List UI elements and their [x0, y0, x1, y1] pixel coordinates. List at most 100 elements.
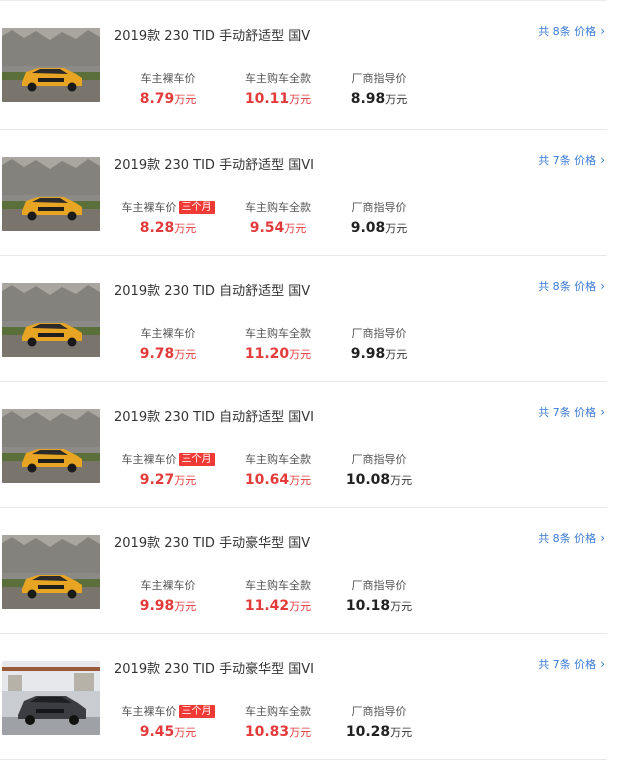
trim-title[interactable]: 2019款 230 TID 手动舒适型 国VI — [114, 154, 314, 173]
car-thumbnail[interactable] — [2, 28, 100, 102]
owner-price-value: 8.28 — [139, 220, 175, 236]
price-count-link[interactable]: 共 7条 价格 › — [538, 152, 605, 168]
full-price-unit: 万元 — [289, 474, 312, 487]
chevron-right-icon: › — [600, 24, 605, 38]
owner-price-unit: 万元 — [174, 348, 197, 361]
msrp-block: 厂商指导价 10.18万元 — [330, 578, 428, 614]
chevron-right-icon: › — [600, 657, 605, 671]
full-price-label: 车主购车全款 — [245, 72, 311, 85]
msrp-value: 10.28 — [345, 724, 391, 740]
trim-title[interactable]: 2019款 230 TID 手动豪华型 国VI — [114, 658, 314, 677]
owner-price-block: 车主裸车价 9.78万元 — [118, 326, 218, 362]
full-price-value: 10.11 — [244, 91, 290, 107]
chevron-right-icon: › — [600, 405, 605, 419]
price-count-link[interactable]: 共 8条 价格 › — [538, 530, 605, 546]
yellow-suv-photo — [2, 28, 100, 102]
full-price-label: 车主购车全款 — [245, 201, 311, 214]
trim-title[interactable]: 2019款 230 TID 手动舒适型 国V — [114, 25, 310, 44]
period-badge: 三个月 — [178, 201, 215, 214]
msrp-value: 8.98 — [350, 91, 386, 107]
msrp-block: 厂商指导价 9.08万元 — [330, 200, 428, 236]
owner-price-block: 车主裸车价 三个月 9.27万元 — [118, 452, 218, 488]
full-price-value: 9.54 — [249, 220, 285, 236]
msrp-label: 厂商指导价 — [351, 705, 407, 718]
price-count-link[interactable]: 共 8条 价格 › — [538, 278, 605, 294]
yellow-suv-photo — [2, 283, 100, 357]
price-count-text: 共 7条 价格 — [538, 658, 597, 671]
msrp-label: 厂商指导价 — [351, 579, 407, 592]
full-price-block: 车主购车全款 11.42万元 — [228, 578, 328, 614]
trim-price-list: 2019款 230 TID 手动舒适型 国V 共 8条 价格 › 车主裸车价 8.… — [0, 0, 607, 760]
full-price-label: 车主购车全款 — [245, 327, 311, 340]
trim-title[interactable]: 2019款 230 TID 自动舒适型 国VI — [114, 406, 314, 425]
msrp-value: 9.08 — [350, 220, 386, 236]
msrp-unit: 万元 — [385, 222, 408, 235]
list-item: 2019款 230 TID 手动舒适型 国VI 共 7条 价格 › 车主裸车价 三个… — [0, 130, 607, 256]
car-thumbnail[interactable] — [2, 409, 100, 483]
full-price-block: 车主购车全款 9.54万元 — [228, 200, 328, 236]
full-price-block: 车主购车全款 10.83万元 — [228, 704, 328, 740]
msrp-unit: 万元 — [385, 93, 408, 106]
full-price-value: 10.64 — [244, 472, 290, 488]
full-price-value: 10.83 — [244, 724, 290, 740]
car-thumbnail[interactable] — [2, 157, 100, 231]
msrp-unit: 万元 — [385, 348, 408, 361]
yellow-suv-photo — [2, 535, 100, 609]
owner-price-label: 车主裸车价 — [121, 705, 177, 718]
yellow-suv-photo — [2, 409, 100, 483]
owner-price-label: 车主裸车价 — [140, 579, 196, 592]
price-count-text: 共 8条 价格 — [538, 532, 597, 545]
msrp-label: 厂商指导价 — [351, 453, 407, 466]
msrp-unit: 万元 — [390, 600, 413, 613]
price-count-text: 共 8条 价格 — [538, 25, 597, 38]
price-count-link[interactable]: 共 7条 价格 › — [538, 404, 605, 420]
car-thumbnail[interactable] — [2, 661, 100, 735]
owner-price-label: 车主裸车价 — [121, 201, 177, 214]
price-count-link[interactable]: 共 7条 价格 › — [538, 656, 605, 672]
full-price-block: 车主购车全款 10.11万元 — [228, 71, 328, 107]
msrp-block: 厂商指导价 8.98万元 — [330, 71, 428, 107]
owner-price-value: 9.45 — [139, 724, 175, 740]
list-item: 2019款 230 TID 自动舒适型 国V 共 8条 价格 › 车主裸车价 9.… — [0, 256, 607, 382]
period-badge: 三个月 — [178, 453, 215, 466]
full-price-label: 车主购车全款 — [245, 453, 311, 466]
full-price-unit: 万元 — [289, 600, 312, 613]
full-price-unit: 万元 — [289, 348, 312, 361]
gray-suv-photo — [2, 661, 100, 735]
owner-price-unit: 万元 — [174, 600, 197, 613]
owner-price-unit: 万元 — [174, 474, 197, 487]
owner-price-unit: 万元 — [174, 93, 197, 106]
car-thumbnail[interactable] — [2, 535, 100, 609]
trim-title[interactable]: 2019款 230 TID 手动豪华型 国V — [114, 532, 310, 551]
msrp-block: 厂商指导价 9.98万元 — [330, 326, 428, 362]
full-price-block: 车主购车全款 11.20万元 — [228, 326, 328, 362]
owner-price-unit: 万元 — [174, 726, 197, 739]
full-price-value: 11.42 — [244, 598, 290, 614]
full-price-unit: 万元 — [289, 726, 312, 739]
list-item: 2019款 230 TID 手动豪华型 国VI 共 7条 价格 › 车主裸车价 三个… — [0, 634, 607, 760]
full-price-value: 11.20 — [244, 346, 290, 362]
msrp-value: 10.08 — [345, 472, 391, 488]
list-item: 2019款 230 TID 手动舒适型 国V 共 8条 价格 › 车主裸车价 8.… — [0, 0, 607, 130]
full-price-label: 车主购车全款 — [245, 705, 311, 718]
price-count-text: 共 7条 价格 — [538, 154, 597, 167]
owner-price-label: 车主裸车价 — [140, 327, 196, 340]
owner-price-value: 8.79 — [139, 91, 175, 107]
trim-title[interactable]: 2019款 230 TID 自动舒适型 国V — [114, 280, 310, 299]
full-price-unit: 万元 — [289, 93, 312, 106]
list-item: 2019款 230 TID 手动豪华型 国V 共 8条 价格 › 车主裸车价 9.… — [0, 508, 607, 634]
full-price-block: 车主购车全款 10.64万元 — [228, 452, 328, 488]
msrp-value: 9.98 — [350, 346, 386, 362]
owner-price-value: 9.78 — [139, 346, 175, 362]
owner-price-label: 车主裸车价 — [140, 72, 196, 85]
car-thumbnail[interactable] — [2, 283, 100, 357]
owner-price-block: 车主裸车价 三个月 9.45万元 — [118, 704, 218, 740]
msrp-unit: 万元 — [390, 474, 413, 487]
price-count-text: 共 8条 价格 — [538, 280, 597, 293]
full-price-unit: 万元 — [284, 222, 307, 235]
price-count-link[interactable]: 共 8条 价格 › — [538, 23, 605, 39]
owner-price-value: 9.98 — [139, 598, 175, 614]
owner-price-block: 车主裸车价 三个月 8.28万元 — [118, 200, 218, 236]
msrp-label: 厂商指导价 — [351, 72, 407, 85]
period-badge: 三个月 — [178, 705, 215, 718]
